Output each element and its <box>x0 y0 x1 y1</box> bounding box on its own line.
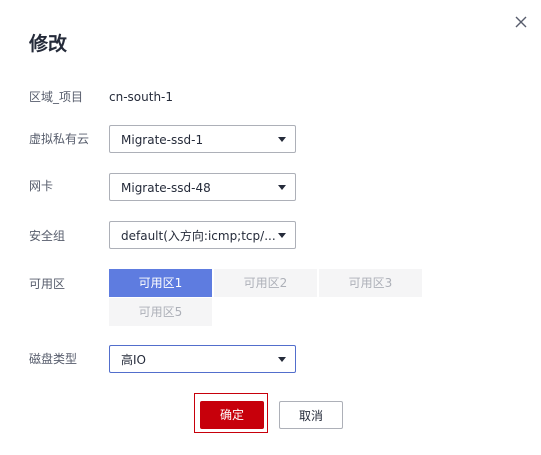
disk-type-select-value: 高IO <box>121 353 146 367</box>
region-label: 区域_项目 <box>29 90 84 104</box>
edit-dialog: 修改 区域_项目 cn-south-1 虚拟私有云 Migrate-ssd-1 … <box>0 0 541 455</box>
az-label: 可用区 <box>29 277 66 291</box>
chevron-down-icon <box>278 185 286 190</box>
confirm-button[interactable]: 确定 <box>200 401 264 429</box>
nic-label: 网卡 <box>29 179 54 193</box>
nic-select-value: Migrate-ssd-48 <box>121 181 211 195</box>
vpc-label: 虚拟私有云 <box>29 132 90 146</box>
security-group-label: 安全组 <box>29 229 66 243</box>
region-value: cn-south-1 <box>109 90 174 104</box>
disk-type-label: 磁盘类型 <box>29 352 78 366</box>
disk-type-select[interactable]: 高IO <box>109 345 296 373</box>
security-group-select-value: default(入方向:icmp;tcp/... <box>121 229 276 243</box>
security-group-select[interactable]: default(入方向:icmp;tcp/... <box>109 221 296 249</box>
vpc-select-value: Migrate-ssd-1 <box>121 133 204 147</box>
chevron-down-icon <box>278 233 286 238</box>
dialog-title: 修改 <box>29 33 68 55</box>
nic-select[interactable]: Migrate-ssd-48 <box>109 173 296 201</box>
chevron-down-icon <box>278 137 286 142</box>
vpc-select[interactable]: Migrate-ssd-1 <box>109 125 296 153</box>
az-option-2[interactable]: 可用区2 <box>214 269 317 297</box>
cancel-button[interactable]: 取消 <box>279 401 343 429</box>
az-option-1[interactable]: 可用区1 <box>109 269 212 297</box>
chevron-down-icon <box>278 357 286 362</box>
az-option-3[interactable]: 可用区3 <box>319 269 422 297</box>
az-option-5[interactable]: 可用区5 <box>109 298 212 326</box>
close-icon[interactable] <box>512 13 530 31</box>
